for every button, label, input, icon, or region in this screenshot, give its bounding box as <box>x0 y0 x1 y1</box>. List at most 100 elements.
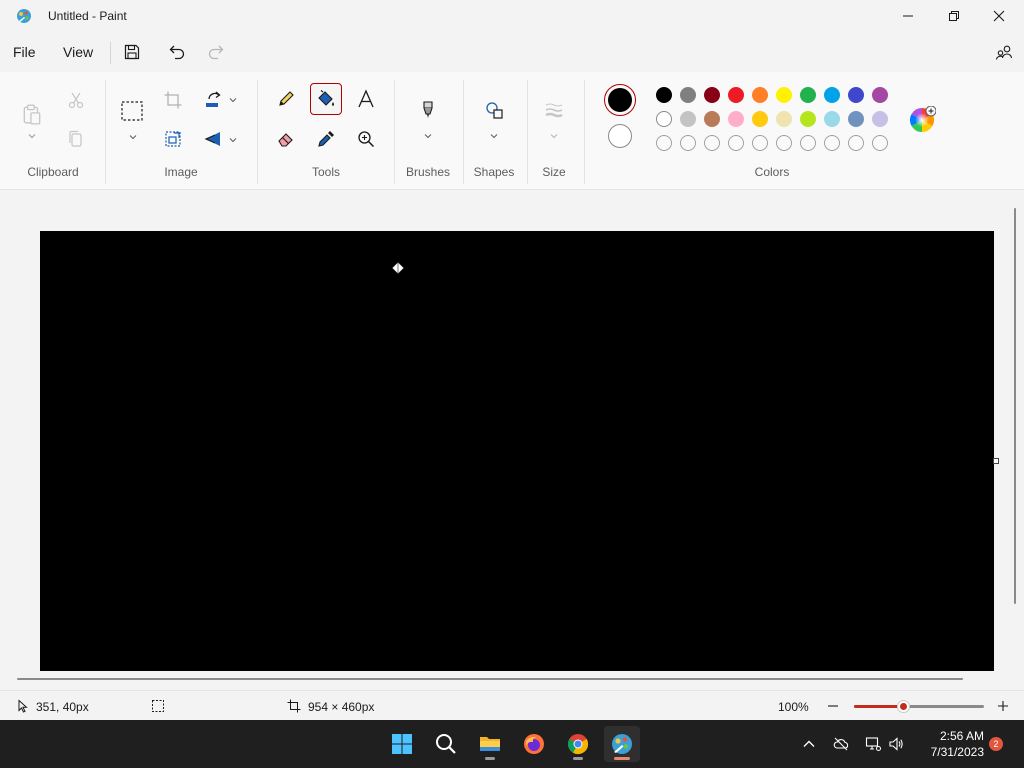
maximize-button[interactable] <box>931 0 977 32</box>
custom-color-slot[interactable] <box>824 135 840 151</box>
color-swatch[interactable] <box>776 111 792 127</box>
color-picker-button[interactable] <box>310 123 342 155</box>
cut-button[interactable] <box>60 84 92 116</box>
canvas-resize-handle[interactable] <box>993 458 999 464</box>
custom-color-slot[interactable] <box>776 135 792 151</box>
flip-options-chevron[interactable] <box>228 134 238 144</box>
magnifier-button[interactable] <box>350 123 382 155</box>
minimize-button[interactable] <box>885 0 931 32</box>
eyedropper-icon <box>318 131 334 147</box>
window-title: Untitled - Paint <box>48 9 127 23</box>
network-button[interactable] <box>864 735 882 753</box>
custom-color-slot[interactable] <box>872 135 888 151</box>
volume-button[interactable] <box>887 735 905 753</box>
text-button[interactable] <box>350 83 382 115</box>
flip-button[interactable] <box>197 123 229 155</box>
rotate-button[interactable] <box>197 84 229 116</box>
account-button[interactable] <box>992 40 1016 64</box>
copy-icon <box>69 130 82 147</box>
color-swatch[interactable] <box>704 111 720 127</box>
color-swatch[interactable] <box>824 87 840 103</box>
select-button[interactable] <box>116 94 148 128</box>
custom-color-slot[interactable] <box>656 135 672 151</box>
brushes-options-chevron[interactable] <box>423 130 433 140</box>
zoom-slider-thumb[interactable] <box>897 701 909 712</box>
undo-button[interactable] <box>165 40 189 64</box>
onedrive-button[interactable] <box>832 735 850 753</box>
brushes-button[interactable] <box>412 94 444 126</box>
custom-color-slot[interactable] <box>752 135 768 151</box>
copy-button[interactable] <box>60 123 92 155</box>
paste-options-chevron[interactable] <box>27 130 37 140</box>
custom-color-slot[interactable] <box>848 135 864 151</box>
resize-button[interactable] <box>157 123 189 155</box>
line-width-icon <box>545 103 563 118</box>
file-explorer-button[interactable] <box>472 726 508 762</box>
pencil-button[interactable] <box>270 83 302 115</box>
clock[interactable]: 2:56 AM 7/31/2023 <box>912 728 984 760</box>
chevron-down-icon <box>28 134 36 139</box>
color-swatch[interactable] <box>728 111 744 127</box>
color-swatch[interactable] <box>872 87 888 103</box>
color-swatch[interactable] <box>848 87 864 103</box>
shapes-button[interactable] <box>478 94 510 126</box>
notification-badge[interactable]: 2 <box>989 737 1003 751</box>
search-icon <box>436 734 456 754</box>
crop-button[interactable] <box>157 84 189 116</box>
color-swatch[interactable] <box>728 87 744 103</box>
view-menu[interactable]: View <box>63 44 93 60</box>
color-swatch[interactable] <box>776 87 792 103</box>
color-swatch[interactable] <box>680 87 696 103</box>
horizontal-scrollbar[interactable] <box>17 678 963 680</box>
rotate-icon <box>206 91 221 107</box>
custom-color-slot[interactable] <box>704 135 720 151</box>
zoom-slider-fill <box>854 705 904 708</box>
zoom-out-button[interactable] <box>826 699 840 713</box>
shapes-options-chevron[interactable] <box>489 130 499 140</box>
color-swatch[interactable] <box>752 111 768 127</box>
size-button[interactable] <box>538 94 570 126</box>
group-label-size: Size <box>542 165 566 179</box>
rotate-options-chevron[interactable] <box>228 94 238 104</box>
save-button[interactable] <box>120 40 144 64</box>
paint-bucket-icon <box>318 90 334 106</box>
select-options-chevron[interactable] <box>128 131 138 141</box>
color-swatch[interactable] <box>752 87 768 103</box>
eraser-button[interactable] <box>270 123 302 155</box>
color-swatch[interactable] <box>800 111 816 127</box>
show-hidden-icons-button[interactable] <box>800 735 818 753</box>
color-swatch[interactable] <box>848 111 864 127</box>
color-swatch[interactable] <box>704 87 720 103</box>
color-swatch[interactable] <box>872 111 888 127</box>
zoom-slider[interactable] <box>854 701 984 712</box>
drawing-canvas[interactable] <box>40 231 994 671</box>
folder-icon <box>480 737 500 751</box>
color-swatch[interactable] <box>824 111 840 127</box>
fill-button[interactable] <box>310 83 342 115</box>
color-swatch[interactable] <box>656 111 672 127</box>
color-swatch[interactable] <box>800 87 816 103</box>
vertical-scrollbar[interactable] <box>1014 208 1016 604</box>
redo-button[interactable] <box>204 40 228 64</box>
color-swatch[interactable] <box>680 111 696 127</box>
start-button[interactable] <box>384 726 420 762</box>
close-button[interactable] <box>976 0 1022 32</box>
custom-color-slot[interactable] <box>728 135 744 151</box>
paste-button[interactable] <box>16 94 48 134</box>
canvas-size-icon <box>287 699 301 713</box>
secondary-color-button[interactable] <box>608 124 632 148</box>
taskbar: 2:56 AM 7/31/2023 <box>0 720 1024 768</box>
network-icon <box>865 737 881 751</box>
edit-colors-button[interactable] <box>908 105 937 134</box>
custom-color-slot[interactable] <box>800 135 816 151</box>
zoom-in-button[interactable] <box>996 699 1010 713</box>
search-button[interactable] <box>428 726 464 762</box>
paint-taskbar-button[interactable] <box>604 726 640 762</box>
size-options-chevron[interactable] <box>549 130 559 140</box>
firefox-button[interactable] <box>516 726 552 762</box>
file-menu[interactable]: File <box>13 44 36 60</box>
running-indicator <box>485 757 495 760</box>
color-swatch[interactable] <box>656 87 672 103</box>
chrome-button[interactable] <box>560 726 596 762</box>
custom-color-slot[interactable] <box>680 135 696 151</box>
